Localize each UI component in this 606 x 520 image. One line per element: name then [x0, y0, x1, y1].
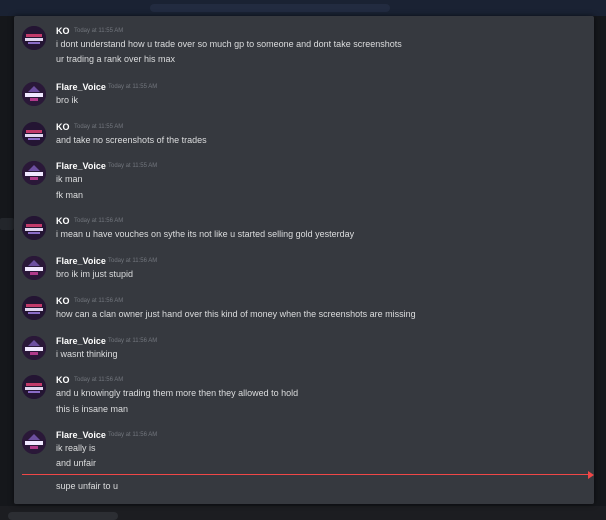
message-author[interactable]: Flare_Voice	[56, 161, 106, 172]
message-timestamp: Today at 11:56 AM	[108, 258, 158, 264]
message-text: ik man	[56, 174, 83, 184]
message-author[interactable]: KO	[56, 26, 70, 37]
message-author[interactable]: Flare_Voice	[56, 256, 106, 267]
message-text: and take no screenshots of the trades	[56, 135, 207, 145]
new-messages-marker-icon	[588, 471, 594, 479]
ko-avatar-icon[interactable]	[22, 122, 46, 146]
new-messages-divider	[22, 474, 588, 475]
message-text: this is insane man	[56, 404, 129, 414]
message-author[interactable]: Flare_Voice	[56, 336, 106, 347]
flare-avatar-icon[interactable]	[22, 430, 46, 454]
ko-avatar-icon[interactable]	[22, 375, 46, 399]
message-author[interactable]: KO	[56, 296, 70, 307]
message-author[interactable]: Flare_Voice	[56, 430, 106, 441]
background-footer	[0, 506, 606, 520]
background-channel-header	[0, 0, 606, 16]
message-author[interactable]: KO	[56, 122, 70, 133]
message-text: supe unfair to u	[56, 481, 119, 491]
message-text: bro ik im just stupid	[56, 269, 134, 279]
message-timestamp: Today at 11:56 AM	[74, 298, 124, 304]
flare-avatar-icon[interactable]	[22, 82, 46, 106]
flare-avatar-icon[interactable]	[22, 256, 46, 280]
ko-avatar-icon[interactable]	[22, 216, 46, 240]
message-timestamp: Today at 11:56 AM	[108, 432, 158, 438]
flare-avatar-icon[interactable]	[22, 336, 46, 360]
message-text: how can a clan owner just hand over this…	[56, 309, 416, 319]
message-author[interactable]: Flare_Voice	[56, 82, 106, 93]
flare-avatar-icon[interactable]	[22, 161, 46, 185]
message-text: i dont understand how u trade over so mu…	[56, 39, 402, 49]
message-timestamp: Today at 11:55 AM	[108, 84, 158, 90]
blurred-side-element	[0, 218, 14, 230]
message-list[interactable]: KO Today at 11:55 AM i dont understand h…	[14, 16, 594, 504]
ko-avatar-icon[interactable]	[22, 26, 46, 50]
message-text: fk man	[56, 190, 84, 200]
message-timestamp: Today at 11:56 AM	[108, 338, 158, 344]
message-author[interactable]: KO	[56, 216, 70, 227]
blurred-footer-text	[8, 512, 118, 520]
message-author[interactable]: KO	[56, 375, 70, 386]
message-timestamp: Today at 11:55 AM	[108, 163, 158, 169]
message-text: bro ik	[56, 95, 79, 105]
blurred-header-text	[150, 4, 390, 12]
message-text: ik really is	[56, 443, 96, 453]
message-text: i wasnt thinking	[56, 349, 118, 359]
message-text: i mean u have vouches on sythe its not l…	[56, 229, 355, 239]
message-timestamp: Today at 11:55 AM	[74, 124, 124, 130]
message-text: and unfair	[56, 458, 97, 468]
message-timestamp: Today at 11:55 AM	[74, 28, 124, 34]
message-timestamp: Today at 11:56 AM	[74, 377, 124, 383]
message-timestamp: Today at 11:56 AM	[74, 218, 124, 224]
message-text: ur trading a rank over his max	[56, 54, 176, 64]
ko-avatar-icon[interactable]	[22, 296, 46, 320]
message-text: and u knowingly trading them more then t…	[56, 388, 299, 398]
